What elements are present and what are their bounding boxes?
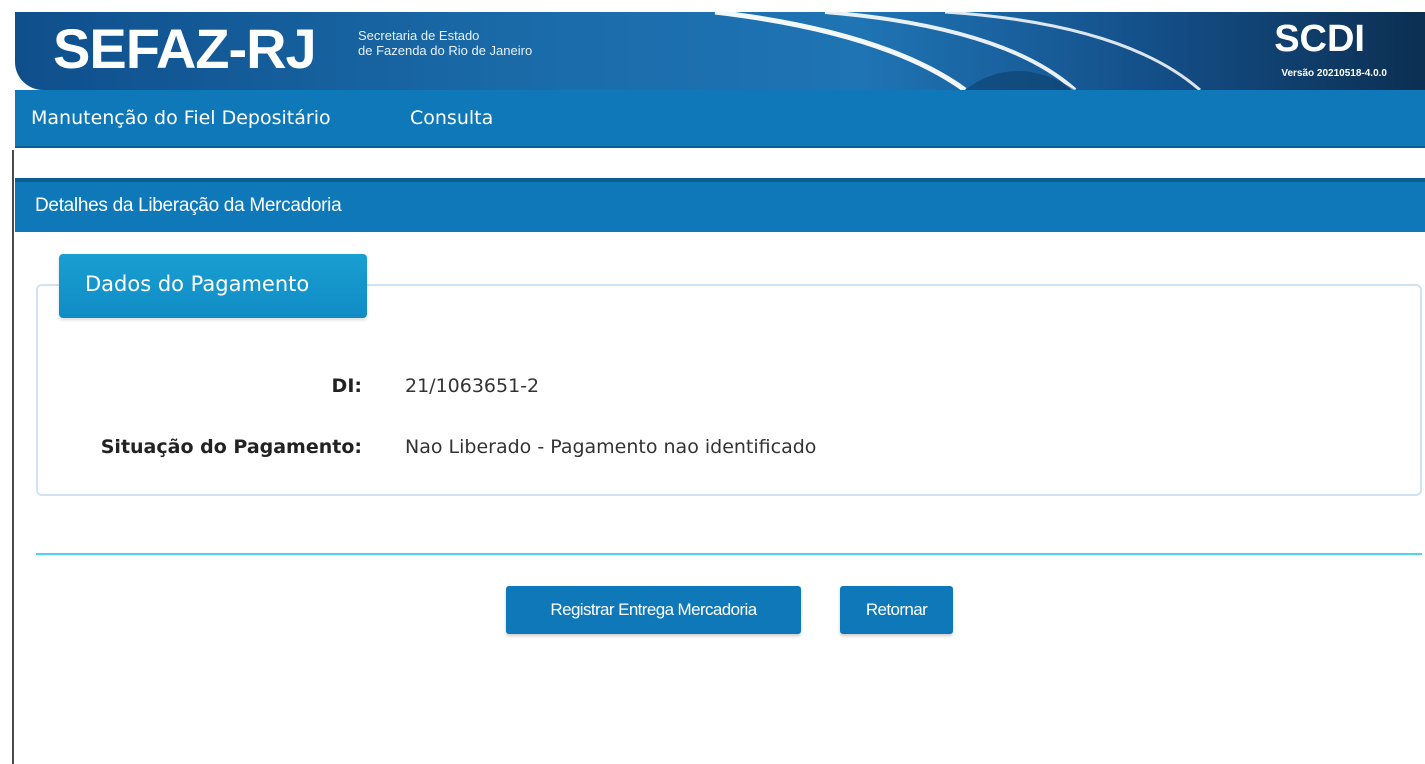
logo-subtitle-line2: de Fazenda do Rio de Janeiro — [358, 43, 533, 58]
payment-status-label: Situação do Pagamento: — [100, 436, 362, 458]
page-left-border — [12, 150, 14, 764]
menu-item-consulta[interactable]: Consulta — [410, 107, 493, 129]
system-version: Versão 20210518-4.0.0 — [1281, 68, 1387, 79]
panel-title-bar: Detalhes da Liberação da Mercadoria — [15, 178, 1425, 232]
system-name: SCDI — [1274, 18, 1365, 60]
section-divider — [36, 553, 1422, 555]
fieldset-legend: Dados do Pagamento — [59, 254, 367, 318]
logo-subtitle-line1: Secretaria de Estado — [358, 28, 480, 43]
logo-subtitle: Secretaria de Estado de Fazenda do Rio d… — [358, 28, 532, 58]
main-menu-bar: Manutenção do Fiel Depositário Consulta — [15, 90, 1425, 148]
payment-status-value: Nao Liberado - Pagamento nao identificad… — [405, 436, 817, 458]
header-banner: SEFAZ-RJ Secretaria de Estado de Fazenda… — [15, 12, 1425, 90]
panel-title: Detalhes da Liberação da Mercadoria — [35, 195, 342, 216]
di-value: 21/1063651-2 — [405, 375, 540, 397]
sefaz-logo: SEFAZ-RJ — [53, 17, 317, 80]
register-delivery-button[interactable]: Registrar Entrega Mercadoria — [506, 586, 801, 634]
return-button[interactable]: Retornar — [840, 586, 953, 634]
fieldset-legend-label: Dados do Pagamento — [85, 272, 310, 296]
menu-item-fiel-depositario[interactable]: Manutenção do Fiel Depositário — [31, 107, 331, 129]
di-label: DI: — [331, 375, 362, 397]
